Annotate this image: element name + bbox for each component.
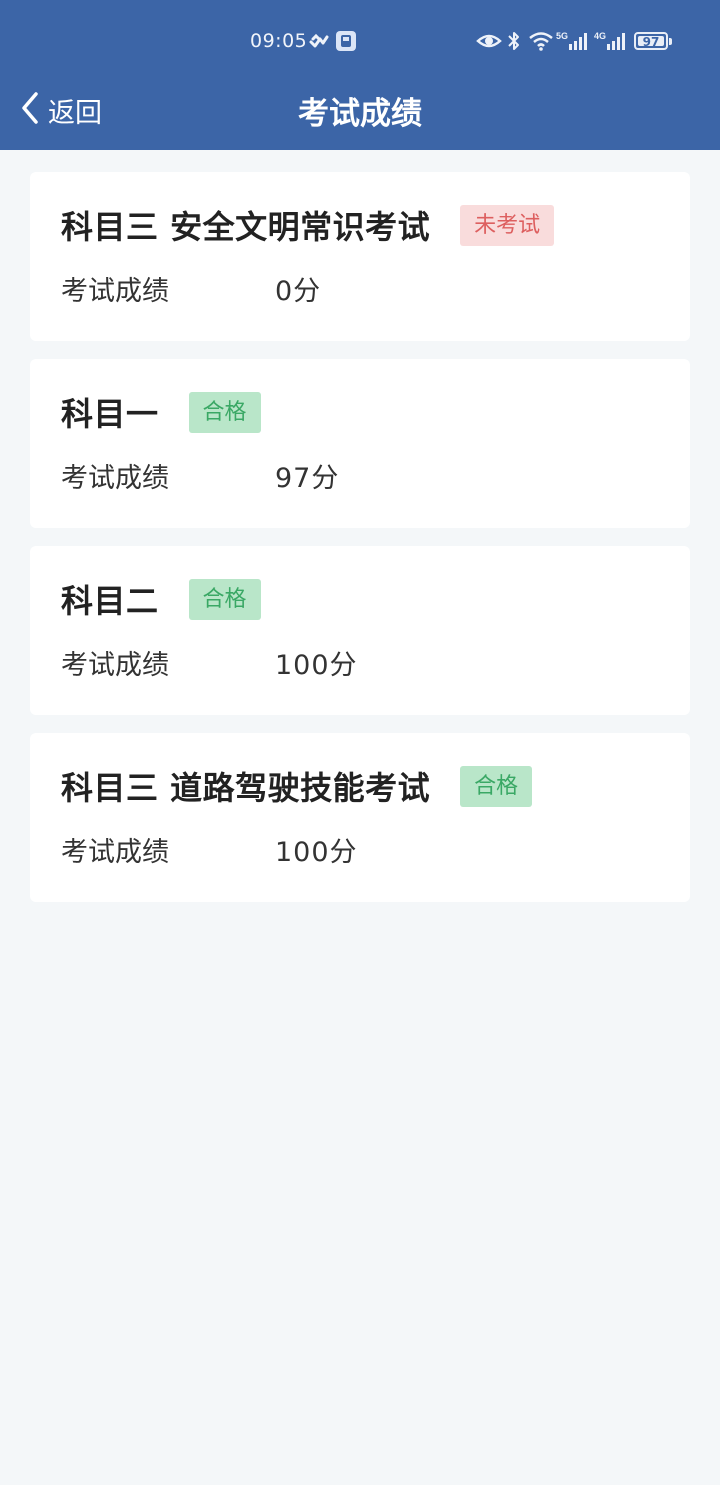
status-badge: 合格 (188, 578, 261, 620)
page-title: 考试成绩 (298, 96, 422, 132)
status-badge: 合格 (188, 391, 261, 433)
exam-name: 科目三 安全文明常识考试 (61, 208, 431, 246)
score-label: 考试成绩 (61, 275, 169, 307)
eye-icon (476, 30, 502, 56)
score-value: 97分 (275, 462, 340, 494)
exam-card[interactable]: 科目三 安全文明常识考试 未考试 考试成绩 0分 (30, 172, 690, 341)
signal-5g-icon: 5G (556, 30, 590, 56)
status-badge: 未考试 (460, 204, 555, 246)
exam-name: 科目一 (61, 395, 159, 433)
app-notification-icon (335, 30, 357, 56)
heart-rate-icon (308, 31, 330, 57)
svg-text:5G: 5G (556, 31, 568, 41)
battery-icon: 97 (634, 32, 668, 50)
score-label: 考试成绩 (61, 462, 169, 494)
status-badge: 合格 (460, 765, 533, 807)
score-value: 100分 (275, 836, 358, 868)
exam-card[interactable]: 科目一 合格 考试成绩 97分 (30, 359, 690, 528)
exam-name: 科目三 道路驾驶技能考试 (61, 769, 431, 807)
score-value: 100分 (275, 649, 358, 681)
exam-card[interactable]: 科目三 道路驾驶技能考试 合格 考试成绩 100分 (30, 733, 690, 902)
svg-text:4G: 4G (594, 31, 606, 41)
bluetooth-icon (506, 30, 522, 56)
wifi-icon (528, 30, 554, 56)
status-bar: 09:05 5G 4G 97 (0, 24, 720, 60)
score-value: 0分 (275, 275, 322, 307)
app-header: 09:05 5G 4G 97 返回 考试成绩 (0, 0, 720, 150)
status-time: 09:05 (250, 30, 308, 52)
score-label: 考试成绩 (61, 649, 169, 681)
signal-4g-icon: 4G (594, 30, 628, 56)
exam-card[interactable]: 科目二 合格 考试成绩 100分 (30, 546, 690, 715)
exam-name: 科目二 (61, 582, 159, 620)
exam-list: 科目三 安全文明常识考试 未考试 考试成绩 0分 科目一 合格 考试成绩 97分… (30, 172, 690, 920)
nav-bar: 返回 考试成绩 (0, 72, 720, 146)
battery-level: 97 (642, 35, 660, 49)
score-label: 考试成绩 (61, 836, 169, 868)
